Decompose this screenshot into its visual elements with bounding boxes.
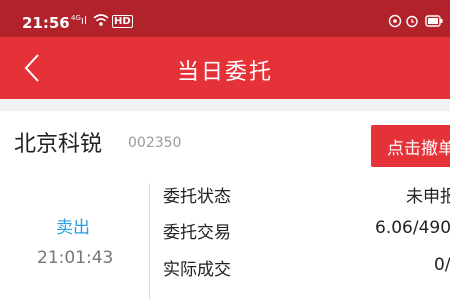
detail-label: 委托交易 [163,223,231,243]
stock-code: 002350 [128,135,182,151]
status-bar: 21:56 4Gıl HD [0,0,450,37]
cancel-order-button[interactable]: 点击撤单 [371,125,450,167]
status-time: 21:56 [22,14,70,32]
order-side-label: 卖出 [56,218,90,238]
page-title: 当日委托 [176,60,273,85]
section-divider [0,99,450,111]
detail-value: 未申报 [406,187,450,207]
detail-label: 委托状态 [163,187,231,207]
status-right-icons [388,14,444,32]
network-type-label: 4G [71,14,81,22]
detail-label: 实际成交 [163,260,231,280]
detail-value: 0/0 [434,255,450,275]
detail-row-order: 委托交易 6.06/4900 [163,218,450,243]
detail-row-filled: 实际成交 0/0 [163,255,450,280]
stock-name: 北京科锐 [14,132,103,157]
vertical-divider [149,183,150,300]
detail-row-status: 委托状态 未申报 [163,182,450,207]
signal-icon: 4Gıl [71,14,88,27]
nav-bar: 当日委托 [0,37,450,99]
wifi-icon [93,14,109,30]
order-time: 21:01:43 [37,248,114,268]
detail-value: 6.06/4900 [375,218,450,238]
hd-badge: HD [112,15,133,28]
